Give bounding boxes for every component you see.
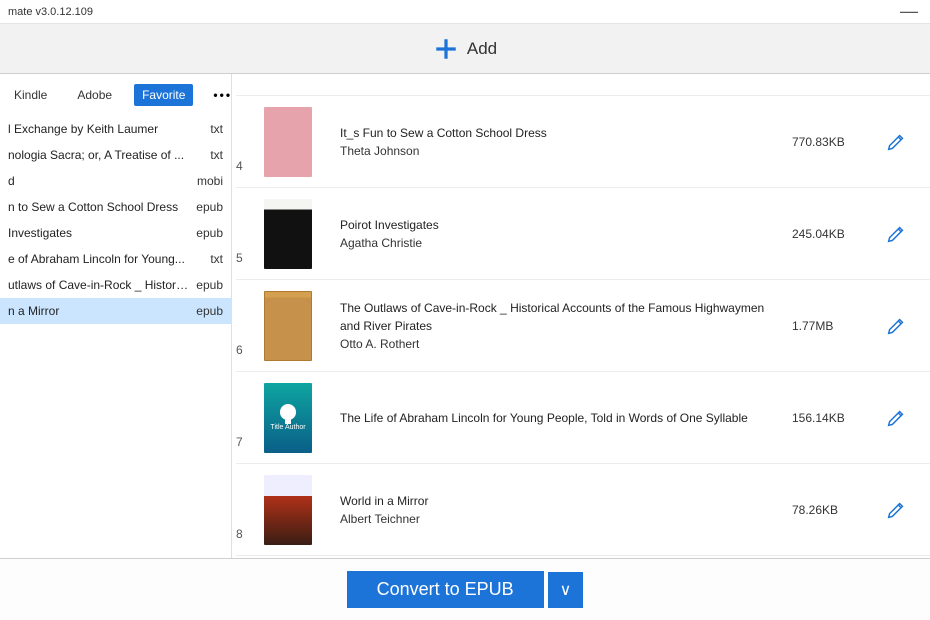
edit-button[interactable] (876, 131, 916, 153)
sidebar-item[interactable]: nologia Sacra; or, A Treatise of ...txt (0, 142, 231, 168)
book-cover (264, 107, 312, 177)
row-index: 5 (236, 251, 256, 269)
pencil-icon (885, 315, 907, 337)
book-author: Theta Johnson (340, 142, 782, 160)
book-author: Otto A. Rothert (340, 335, 782, 353)
convert-button[interactable]: Convert to EPUB (347, 571, 544, 608)
convert-dropdown-button[interactable]: ∨ (548, 572, 584, 608)
row-index: 8 (236, 527, 256, 545)
book-row[interactable]: 5 Poirot Investigates Agatha Christie 24… (236, 188, 930, 280)
book-list: 4 It_s Fun to Sew a Cotton School Dress … (232, 74, 930, 558)
book-size: 1.77MB (792, 319, 876, 333)
book-row[interactable]: 4 It_s Fun to Sew a Cotton School Dress … (236, 96, 930, 188)
plus-icon (433, 36, 459, 62)
add-button[interactable]: Add (433, 36, 497, 62)
edit-button[interactable] (876, 223, 916, 245)
book-row[interactable]: 6 The Outlaws of Cave-in-Rock _ Historic… (236, 280, 930, 372)
sidebar-item[interactable]: e of Abraham Lincoln for Young...txt (0, 246, 231, 272)
book-row[interactable]: 8 World in a Mirror Albert Teichner 78.2… (236, 464, 930, 556)
minimize-button[interactable]: — (896, 1, 922, 22)
edit-button[interactable] (876, 499, 916, 521)
sidebar-list: l Exchange by Keith Laumertxt nologia Sa… (0, 116, 231, 558)
row-index: 7 (236, 435, 256, 453)
edit-button[interactable] (876, 315, 916, 337)
book-row[interactable]: 7 Title Author The Life of Abraham Linco… (236, 372, 930, 464)
book-author: Agatha Christie (340, 234, 782, 252)
titlebar: mate v3.0.12.109 — (0, 0, 930, 24)
window-title: mate v3.0.12.109 (8, 6, 93, 18)
sidebar-item[interactable]: n to Sew a Cotton School Dressepub (0, 194, 231, 220)
pencil-icon (885, 407, 907, 429)
book-meta: It_s Fun to Sew a Cotton School Dress Th… (340, 124, 792, 160)
book-author: Albert Teichner (340, 510, 782, 528)
tab-adobe[interactable]: Adobe (69, 84, 120, 106)
lightbulb-icon (280, 404, 296, 420)
tab-more-icon[interactable]: ••• (207, 88, 232, 102)
sidebar-item[interactable]: Investigatesepub (0, 220, 231, 246)
book-cover (264, 475, 312, 545)
book-meta: Poirot Investigates Agatha Christie (340, 216, 792, 252)
book-meta: The Life of Abraham Lincoln for Young Pe… (340, 409, 792, 427)
footer: Convert to EPUB ∨ (0, 558, 930, 620)
sidebar-tabs: Kindle Adobe Favorite ••• (0, 74, 231, 116)
book-size: 245.04KB (792, 227, 876, 241)
main-panel: 4 It_s Fun to Sew a Cotton School Dress … (232, 74, 930, 558)
pencil-icon (885, 131, 907, 153)
book-title: It_s Fun to Sew a Cotton School Dress (340, 124, 782, 142)
sidebar: Kindle Adobe Favorite ••• l Exchange by … (0, 74, 232, 558)
book-title: Poirot Investigates (340, 216, 782, 234)
row-index: 4 (236, 159, 256, 177)
cover-text: Title Author (270, 424, 305, 432)
book-title: The Outlaws of Cave-in-Rock _ Historical… (340, 299, 782, 335)
book-size: 156.14KB (792, 411, 876, 425)
content: Kindle Adobe Favorite ••• l Exchange by … (0, 74, 930, 558)
book-cover (264, 199, 312, 269)
book-cover: Title Author (264, 383, 312, 453)
book-row[interactable] (236, 74, 930, 96)
tab-kindle[interactable]: Kindle (6, 84, 55, 106)
book-title: The Life of Abraham Lincoln for Young Pe… (340, 409, 782, 427)
book-title: World in a Mirror (340, 492, 782, 510)
sidebar-item[interactable]: dmobi (0, 168, 231, 194)
sidebar-item[interactable]: utlaws of Cave-in-Rock _ Histori...epub (0, 272, 231, 298)
book-size: 770.83KB (792, 135, 876, 149)
book-cover (264, 291, 312, 361)
book-meta: World in a Mirror Albert Teichner (340, 492, 792, 528)
row-index: 6 (236, 343, 256, 361)
sidebar-item[interactable]: n a Mirrorepub (0, 298, 231, 324)
pencil-icon (885, 499, 907, 521)
add-label: Add (467, 39, 497, 59)
edit-button[interactable] (876, 407, 916, 429)
tab-favorite[interactable]: Favorite (134, 84, 193, 106)
pencil-icon (885, 223, 907, 245)
sidebar-item[interactable]: l Exchange by Keith Laumertxt (0, 116, 231, 142)
book-size: 78.26KB (792, 503, 876, 517)
book-meta: The Outlaws of Cave-in-Rock _ Historical… (340, 299, 792, 353)
toolbar: Add (0, 24, 930, 74)
